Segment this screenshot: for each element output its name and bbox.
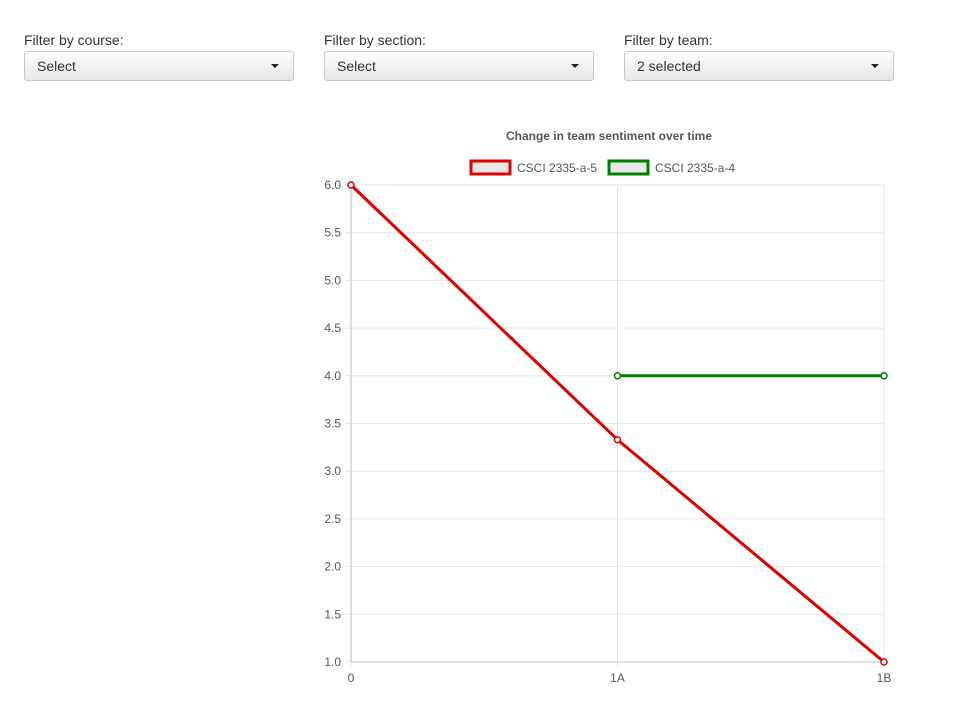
y-tick-label: 4.0 [324,369,341,383]
y-tick-label: 2.5 [324,512,341,526]
y-tick-label: 1.0 [324,655,341,669]
y-tick-label: 3.5 [324,417,341,431]
y-tick-label: 5.0 [324,273,341,287]
chart-title: Change in team sentiment over time [506,129,712,143]
legend-swatch-1 [607,159,650,176]
y-tick-label: 4.5 [324,321,341,335]
y-tick-label: 6.0 [324,178,341,192]
data-point [613,435,622,444]
x-tick-label: 1A [610,671,625,685]
y-tick-label: 3.0 [324,464,341,478]
x-tick-label: 0 [348,671,355,685]
legend-swatch-0 [469,159,512,176]
legend-label-0: CSCI 2335-a-5 [517,161,597,175]
sentiment-line-chart: Change in team sentiment over time CSCI … [324,129,892,685]
y-tick-label: 2.0 [324,560,341,574]
legend-label-1: CSCI 2335-a-4 [655,161,735,175]
y-tick-label: 5.5 [324,226,341,240]
data-point [880,372,888,380]
y-tick-label: 1.5 [324,607,341,621]
x-tick-label: 1B [877,671,892,685]
data-point [613,372,622,380]
data-point [347,181,355,189]
data-point [880,658,888,666]
chart-legend: CSCI 2335-a-5 CSCI 2335-a-4 [469,159,735,176]
